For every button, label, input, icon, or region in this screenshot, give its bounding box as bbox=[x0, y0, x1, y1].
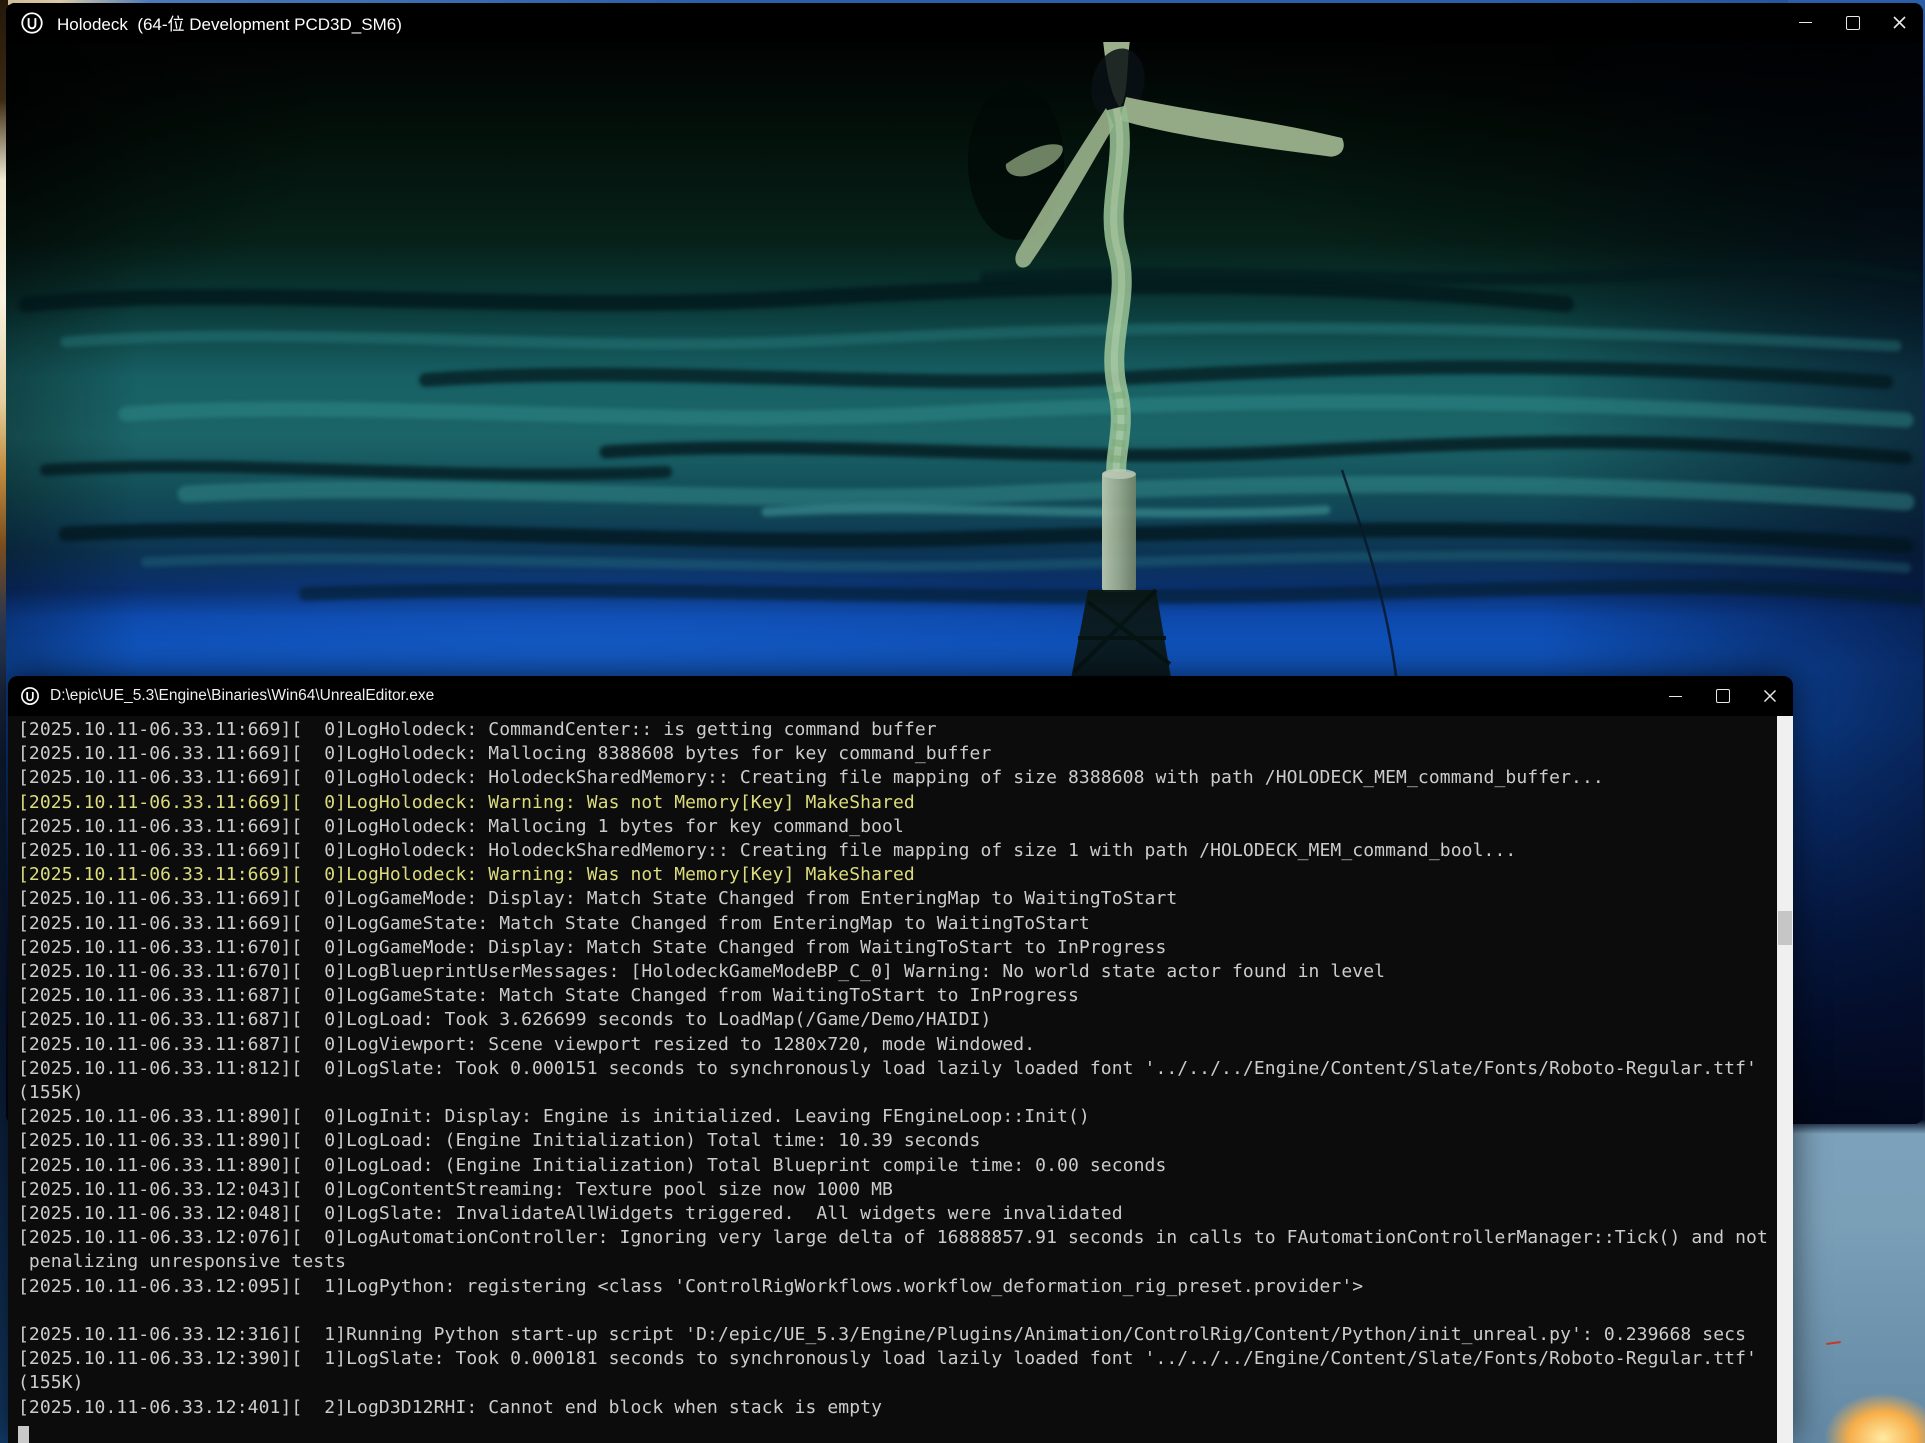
close-button[interactable] bbox=[1876, 3, 1923, 42]
maximize-icon bbox=[1846, 16, 1860, 30]
maximize-icon bbox=[1716, 689, 1730, 703]
log-row: [2025.10.11-06.33.11:669][ 0]LogHolodeck… bbox=[18, 863, 1777, 887]
log-row: penalizing unresponsive tests bbox=[18, 1250, 1777, 1274]
close-icon bbox=[1892, 15, 1907, 30]
log-row: [2025.10.11-06.33.11:670][ 0]LogGameMode… bbox=[18, 936, 1777, 960]
log-row: [2025.10.11-06.33.11:812][ 0]LogSlate: T… bbox=[18, 1057, 1777, 1081]
log-row: [2025.10.11-06.33.11:687][ 0]LogViewport… bbox=[18, 1033, 1777, 1057]
log-row: [2025.10.11-06.33.12:043][ 0]LogContentS… bbox=[18, 1178, 1777, 1202]
holodeck-window-controls bbox=[1782, 3, 1923, 42]
log-row: [2025.10.11-06.33.11:670][ 0]LogBlueprin… bbox=[18, 960, 1777, 984]
minimize-button[interactable] bbox=[1782, 3, 1829, 42]
console-titlebar[interactable]: D:\epic\UE_5.3\Engine\Binaries\Win64\Unr… bbox=[8, 676, 1793, 716]
log-row: [2025.10.11-06.33.12:390][ 1]LogSlate: T… bbox=[18, 1347, 1777, 1371]
log-row: [2025.10.11-06.33.11:890][ 0]LogLoad: (E… bbox=[18, 1129, 1777, 1153]
console-log-output[interactable]: [2025.10.11-06.33.11:669][ 0]LogHolodeck… bbox=[8, 716, 1777, 1443]
log-row: [2025.10.11-06.33.11:669][ 0]LogHolodeck… bbox=[18, 791, 1777, 815]
log-row: [2025.10.11-06.33.11:669][ 0]LogGameStat… bbox=[18, 912, 1777, 936]
log-row: [2025.10.11-06.33.11:890][ 0]LogLoad: (E… bbox=[18, 1154, 1777, 1178]
close-button[interactable] bbox=[1746, 676, 1793, 716]
desktop: { "holodeck_window": { "title": "Holodec… bbox=[0, 0, 1925, 1443]
minimize-icon bbox=[1669, 696, 1682, 697]
maximize-button[interactable] bbox=[1829, 3, 1876, 42]
console-window-controls bbox=[1652, 676, 1793, 716]
log-row: [2025.10.11-06.33.12:095][ 1]LogPython: … bbox=[18, 1275, 1777, 1299]
log-row: [2025.10.11-06.33.11:687][ 0]LogGameStat… bbox=[18, 984, 1777, 1008]
log-row: [2025.10.11-06.33.11:669][ 0]LogHolodeck… bbox=[18, 839, 1777, 863]
log-row: (155K) bbox=[18, 1081, 1777, 1105]
unreal-engine-logo-icon bbox=[20, 11, 44, 35]
console-scrollbar[interactable] bbox=[1777, 716, 1793, 1443]
maximize-button[interactable] bbox=[1699, 676, 1746, 716]
wallpaper-red-streak bbox=[1826, 1341, 1841, 1345]
close-icon bbox=[1762, 688, 1778, 704]
log-row: [2025.10.11-06.33.12:076][ 0]LogAutomati… bbox=[18, 1226, 1777, 1250]
log-row: [2025.10.11-06.33.12:401][ 2]LogD3D12RHI… bbox=[18, 1396, 1777, 1420]
log-row: [2025.10.11-06.33.12:316][ 1]Running Pyt… bbox=[18, 1323, 1777, 1347]
minimize-icon bbox=[1799, 22, 1812, 23]
console-window-title: D:\epic\UE_5.3\Engine\Binaries\Win64\Unr… bbox=[50, 687, 434, 705]
log-row: [2025.10.11-06.33.11:669][ 0]LogGameMode… bbox=[18, 887, 1777, 911]
log-row: [2025.10.11-06.33.11:687][ 0]LogLoad: To… bbox=[18, 1008, 1777, 1032]
console-scrollbar-thumb[interactable] bbox=[1778, 911, 1792, 945]
log-row: [2025.10.11-06.33.11:669][ 0]LogHolodeck… bbox=[18, 815, 1777, 839]
minimize-button[interactable] bbox=[1652, 676, 1699, 716]
log-row: [2025.10.11-06.33.11:669][ 0]LogHolodeck… bbox=[18, 742, 1777, 766]
log-row: [2025.10.11-06.33.12:048][ 0]LogSlate: I… bbox=[18, 1202, 1777, 1226]
log-row: [2025.10.11-06.33.11:669][ 0]LogHolodeck… bbox=[18, 718, 1777, 742]
log-row: [2025.10.11-06.33.11:669][ 0]LogHolodeck… bbox=[18, 766, 1777, 790]
log-row bbox=[18, 1299, 1777, 1323]
holodeck-window-title: Holodeck (64-位 Development PCD3D_SM6) bbox=[57, 10, 402, 35]
holodeck-titlebar[interactable]: Holodeck (64-位 Development PCD3D_SM6) bbox=[6, 3, 1923, 42]
console-text-cursor bbox=[18, 1426, 29, 1443]
console-window: D:\epic\UE_5.3\Engine\Binaries\Win64\Unr… bbox=[8, 676, 1793, 1443]
log-row: (155K) bbox=[18, 1371, 1777, 1395]
unreal-engine-logo-icon bbox=[20, 686, 40, 706]
log-row bbox=[18, 1420, 1777, 1443]
log-row: [2025.10.11-06.33.11:890][ 0]LogInit: Di… bbox=[18, 1105, 1777, 1129]
